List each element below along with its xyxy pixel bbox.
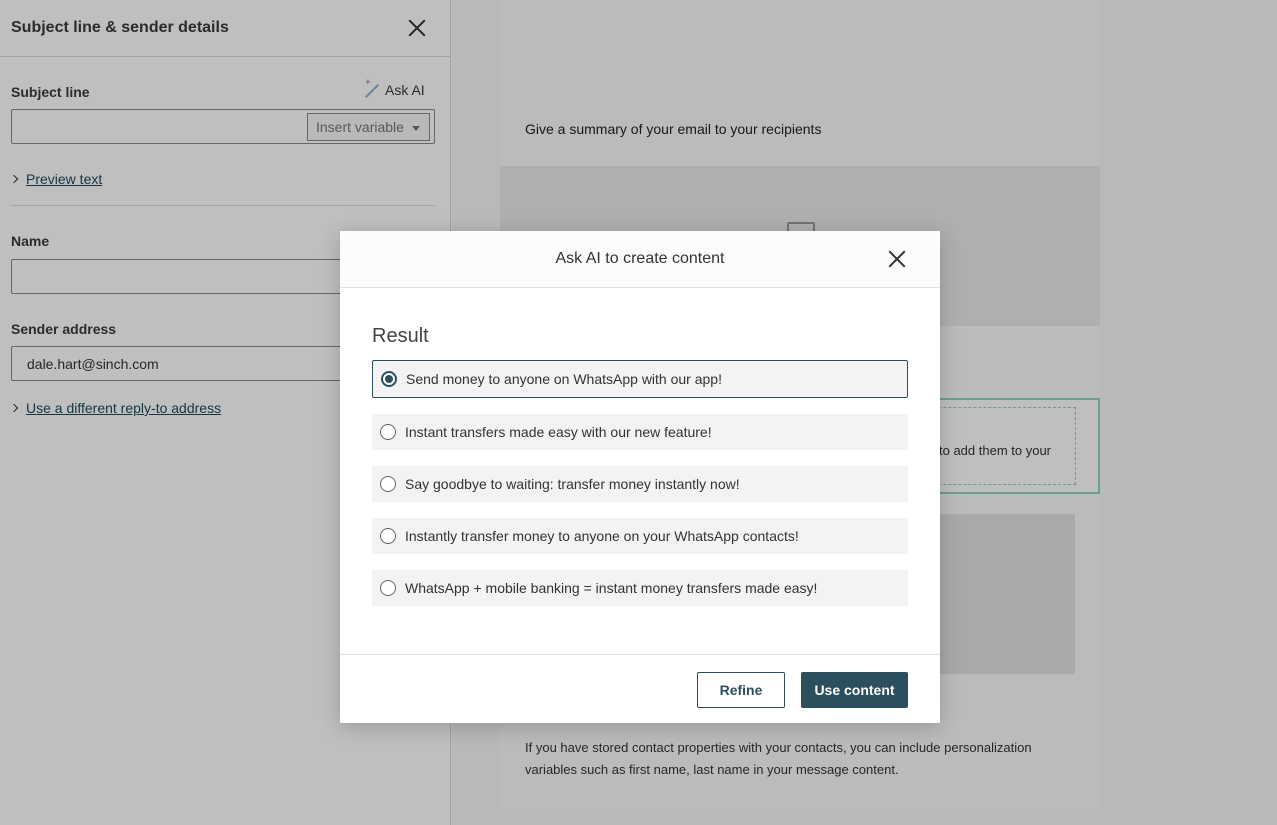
- option-label: Instantly transfer money to anyone on yo…: [405, 528, 799, 544]
- modal-footer: Refine Use content: [340, 654, 940, 723]
- radio-button[interactable]: [380, 580, 396, 596]
- result-option[interactable]: Instantly transfer money to anyone on yo…: [372, 518, 908, 554]
- result-option[interactable]: Say goodbye to waiting: transfer money i…: [372, 466, 908, 502]
- option-label: WhatsApp + mobile banking = instant mone…: [405, 580, 818, 596]
- result-heading: Result: [372, 325, 429, 347]
- radio-button[interactable]: [380, 528, 396, 544]
- option-label: Say goodbye to waiting: transfer money i…: [405, 476, 740, 492]
- radio-button[interactable]: [381, 371, 397, 387]
- result-option[interactable]: Send money to anyone on WhatsApp with ou…: [372, 360, 908, 398]
- refine-button[interactable]: Refine: [697, 672, 785, 708]
- modal-title: Ask AI to create content: [555, 250, 725, 267]
- option-label: Instant transfers made easy with our new…: [405, 424, 712, 440]
- close-icon[interactable]: [886, 248, 908, 270]
- ask-ai-modal: Ask AI to create content Result Send mon…: [340, 231, 940, 723]
- result-option[interactable]: Instant transfers made easy with our new…: [372, 414, 908, 450]
- result-option[interactable]: WhatsApp + mobile banking = instant mone…: [372, 570, 908, 606]
- modal-header: Ask AI to create content: [340, 231, 940, 288]
- option-label: Send money to anyone on WhatsApp with ou…: [406, 371, 722, 387]
- radio-button[interactable]: [380, 424, 396, 440]
- use-content-button[interactable]: Use content: [801, 672, 908, 708]
- radio-button[interactable]: [380, 476, 396, 492]
